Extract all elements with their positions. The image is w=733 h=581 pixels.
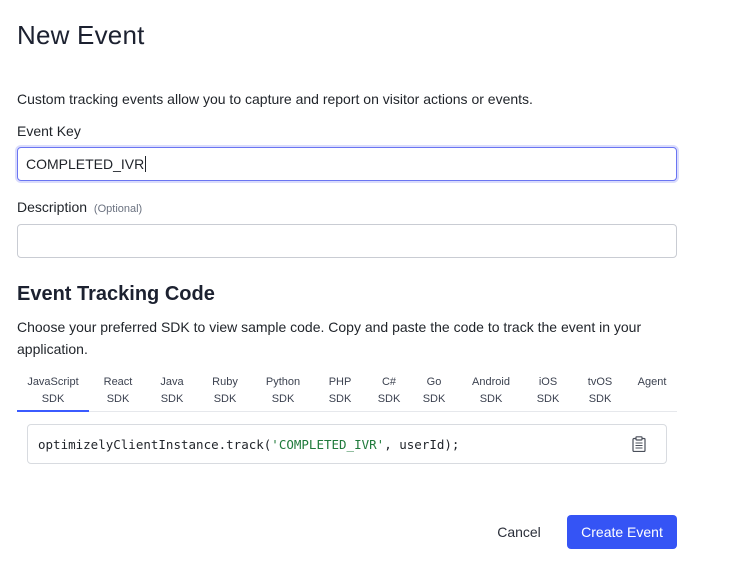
tab-android-sdk[interactable]: Android SDK bbox=[469, 374, 513, 412]
tracking-heading: Event Tracking Code bbox=[17, 283, 215, 305]
tab-label-line2: SDK bbox=[377, 393, 401, 405]
tab-agent[interactable]: Agent bbox=[634, 374, 670, 412]
tab-label-line2: SDK bbox=[588, 393, 612, 405]
tab-label-line1: JavaScript bbox=[27, 376, 79, 388]
code-snippet[interactable]: optimizelyClientInstance.track('COMPLETE… bbox=[27, 424, 667, 464]
tracking-description: Choose your preferred SDK to view sample… bbox=[17, 319, 642, 357]
tab-label-line2: SDK bbox=[160, 393, 184, 405]
clipboard-icon[interactable] bbox=[632, 436, 646, 452]
new-event-dialog: New Event Custom tracking events allow y… bbox=[0, 0, 733, 581]
tab-tvos-sdk[interactable]: tvOS SDK bbox=[585, 374, 615, 412]
tab-ruby-sdk[interactable]: Ruby SDK bbox=[210, 374, 240, 412]
description-label: Description (Optional) bbox=[17, 199, 142, 215]
tab-ios-sdk[interactable]: iOS SDK bbox=[535, 374, 561, 412]
tab-label-line1: Ruby bbox=[212, 376, 238, 388]
intro-text: Custom tracking events allow you to capt… bbox=[17, 91, 533, 107]
tab-label-line2: SDK bbox=[422, 393, 446, 405]
tab-label-line1: React bbox=[103, 376, 133, 388]
sdk-tabs: JavaScript SDK React SDK Java SDK Ruby S… bbox=[17, 374, 677, 412]
tab-label-line2: SDK bbox=[213, 393, 237, 405]
tab-label-line1: iOS bbox=[538, 376, 558, 388]
tab-python-sdk[interactable]: Python SDK bbox=[263, 374, 303, 412]
code-event-key: 'COMPLETED_IVR' bbox=[271, 436, 385, 452]
tab-label-line1: Python bbox=[265, 376, 301, 388]
text-caret bbox=[145, 156, 147, 172]
tab-label-line2: SDK bbox=[106, 393, 130, 405]
page-title: New Event bbox=[17, 20, 145, 50]
tab-javascript-sdk[interactable]: JavaScript SDK bbox=[17, 374, 89, 412]
tab-label-line2: SDK bbox=[328, 393, 352, 405]
code-suffix: , userId); bbox=[384, 436, 460, 452]
cancel-button[interactable]: Cancel bbox=[487, 515, 551, 549]
tab-label-line1: Android bbox=[472, 376, 510, 388]
tab-label-line1: tvOS bbox=[587, 376, 613, 388]
tab-label-line1: PHP bbox=[328, 376, 352, 388]
tab-label-line1: Java bbox=[160, 376, 184, 388]
tab-go-sdk[interactable]: Go SDK bbox=[422, 374, 446, 412]
event-key-input[interactable]: COMPLETED_IVR bbox=[17, 147, 677, 181]
optional-hint: (Optional) bbox=[93, 203, 143, 215]
tab-label-line2: SDK bbox=[41, 393, 65, 405]
tab-java-sdk[interactable]: Java SDK bbox=[158, 374, 186, 412]
tab-php-sdk[interactable]: PHP SDK bbox=[326, 374, 354, 412]
description-input[interactable] bbox=[17, 224, 677, 258]
tab-label-line2: SDK bbox=[479, 393, 503, 405]
event-key-label-text: Event Key bbox=[17, 123, 81, 139]
tab-react-sdk[interactable]: React SDK bbox=[100, 374, 136, 412]
event-key-label: Event Key bbox=[17, 123, 81, 139]
tab-label-line1: Agent bbox=[637, 376, 667, 388]
description-label-text: Description bbox=[17, 199, 88, 215]
event-key-value: COMPLETED_IVR bbox=[26, 156, 145, 172]
tab-label-line1: C# bbox=[381, 376, 397, 388]
tab-label-line1: Go bbox=[426, 376, 442, 388]
code-prefix: optimizelyClientInstance.track( bbox=[38, 436, 272, 452]
tab-csharp-sdk[interactable]: C# SDK bbox=[377, 374, 401, 412]
tab-label-line2: SDK bbox=[536, 393, 560, 405]
tab-label-line2: SDK bbox=[271, 393, 295, 405]
create-event-button[interactable]: Create Event bbox=[567, 515, 677, 549]
